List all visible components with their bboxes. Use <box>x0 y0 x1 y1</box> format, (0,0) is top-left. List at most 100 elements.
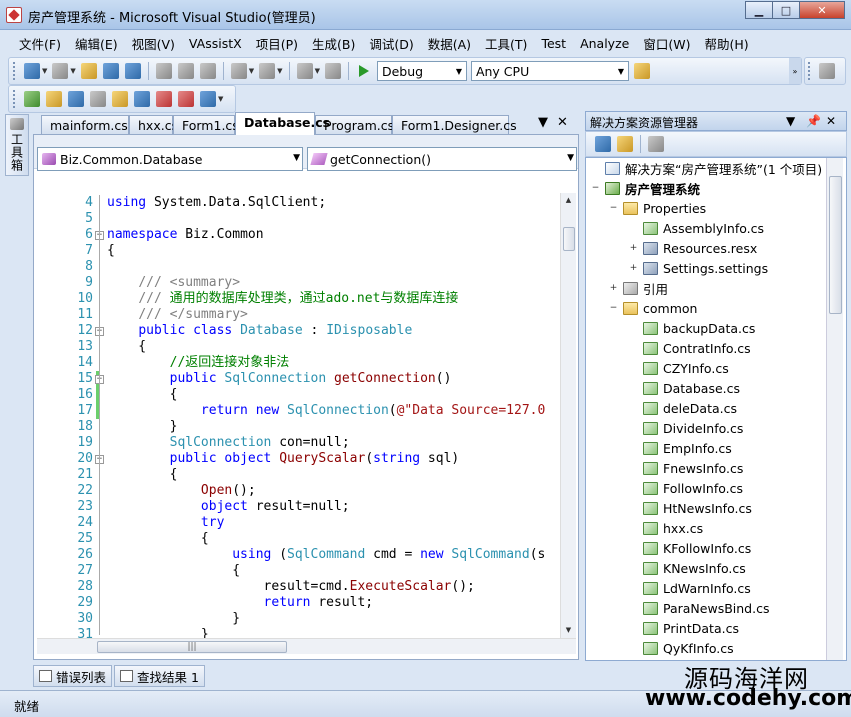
collapse-icon[interactable] <box>628 443 639 454</box>
tree-node[interactable]: ParaNewsBind.cs <box>628 598 769 618</box>
spell-check-icon[interactable] <box>156 91 172 107</box>
code-line[interactable]: 21 { <box>37 467 560 483</box>
tree-node[interactable]: ContratInfo.cs <box>628 338 751 358</box>
binoculars-icon[interactable] <box>90 91 106 107</box>
properties-icon[interactable] <box>595 136 611 152</box>
menu-project[interactable]: 项目(P) <box>249 32 305 55</box>
collapse-icon[interactable] <box>628 623 639 634</box>
collapse-icon[interactable] <box>628 463 639 474</box>
code-line[interactable]: 16 { <box>37 387 560 403</box>
copy-icon[interactable] <box>177 63 194 79</box>
collapse-icon[interactable] <box>628 423 639 434</box>
type-combo[interactable]: Biz.Common.Database ▼ <box>37 147 303 171</box>
show-all-files-icon[interactable] <box>617 136 633 152</box>
maximize-button[interactable]: □ <box>772 1 800 19</box>
navigate-forward-icon[interactable] <box>324 63 341 79</box>
collapse-icon[interactable] <box>628 223 639 234</box>
tab-form1-designer[interactable]: Form1.Designer.cs <box>392 115 517 135</box>
tab-database[interactable]: Database.cs <box>235 112 330 135</box>
collapse-icon[interactable] <box>628 403 639 414</box>
folder-icon[interactable] <box>46 91 62 107</box>
code-line[interactable]: 9 /// <summary> <box>37 275 560 291</box>
code-line[interactable]: 17 return new SqlConnection(@"Data Sourc… <box>37 403 560 419</box>
undo-icon[interactable] <box>230 63 247 79</box>
paste-icon[interactable] <box>199 63 216 79</box>
code-line[interactable]: 20 public object QueryScalar(string sql) <box>37 451 560 467</box>
tab-find-results[interactable]: 查找结果 1 <box>114 665 205 687</box>
find-in-files-icon[interactable] <box>633 63 650 79</box>
window-layout-icon[interactable] <box>819 63 835 79</box>
new-project-icon[interactable] <box>24 63 40 79</box>
editor-vertical-scrollbar[interactable]: ▲ ▼ <box>560 193 576 638</box>
expand-icon[interactable]: + <box>608 283 619 294</box>
expand-icon[interactable]: + <box>628 243 639 254</box>
collapse-icon[interactable]: − <box>608 203 619 214</box>
scrollbar-thumb[interactable]: ||| <box>97 641 287 653</box>
dropdown-arrow-icon[interactable]: ▼ <box>218 95 223 103</box>
code-line[interactable]: 23 object result=null; <box>37 499 560 515</box>
code-line[interactable]: 12 public class Database : IDisposable <box>37 323 560 339</box>
save-all-icon[interactable] <box>124 63 141 79</box>
tree-node[interactable]: DivideInfo.cs <box>628 418 743 438</box>
platform-combo[interactable]: Any CPU ▼ <box>470 61 629 81</box>
code-line[interactable]: 15 public SqlConnection getConnection() <box>37 371 560 387</box>
close-button[interactable]: ✕ <box>799 1 845 19</box>
menu-vassistx[interactable]: VAssistX <box>182 34 249 53</box>
code-line[interactable]: 27 { <box>37 563 560 579</box>
abc-spelling-icon[interactable] <box>178 91 194 107</box>
toolbar-grip[interactable] <box>13 90 17 108</box>
minimize-button[interactable]: ▁ <box>745 1 773 19</box>
tree-node[interactable]: − Properties <box>608 198 706 218</box>
menu-test[interactable]: Test <box>534 34 573 53</box>
tree-node[interactable]: QyKfInfo.cs <box>628 638 734 658</box>
code-line[interactable]: 8 <box>37 259 560 275</box>
add-item-icon[interactable] <box>52 63 69 79</box>
code-editor[interactable]: 4 using System.Data.SqlClient; 5 6 namespace… <box>37 193 560 638</box>
collapse-icon[interactable] <box>628 383 639 394</box>
code-line[interactable]: 14 //返回连接对象非法 <box>37 355 560 371</box>
menu-analyze[interactable]: Analyze <box>573 34 636 53</box>
code-line[interactable]: 29 return result; <box>37 595 560 611</box>
editor-horizontal-scrollbar[interactable]: ||| <box>37 638 576 654</box>
code-line[interactable]: 7{ <box>37 243 560 259</box>
toolbar-grip[interactable] <box>13 62 17 80</box>
cut-icon[interactable] <box>155 63 172 79</box>
scrollbar-thumb[interactable] <box>829 176 842 314</box>
tree-node[interactable]: HtNewsInfo.cs <box>628 498 752 518</box>
dropdown-arrow-icon[interactable]: ▼ <box>70 67 75 75</box>
paste-history-icon[interactable] <box>200 91 216 107</box>
code-line[interactable]: 13 { <box>37 339 560 355</box>
code-line[interactable]: 6 namespace Biz.Common <box>37 227 560 243</box>
menu-window[interactable]: 窗口(W) <box>636 32 697 55</box>
tree-node[interactable]: FnewsInfo.cs <box>628 458 743 478</box>
close-panel-icon[interactable]: ✕ <box>826 114 836 128</box>
toolbar-grip[interactable] <box>808 62 812 80</box>
code-line[interactable]: 19 SqlConnection con=null; <box>37 435 560 451</box>
tree-node[interactable]: KFollowInfo.cs <box>628 538 751 558</box>
start-debugging-icon[interactable] <box>358 65 369 77</box>
goto-icon[interactable] <box>134 91 150 107</box>
tree-node[interactable]: + 引用 <box>608 278 668 298</box>
collapse-icon[interactable] <box>628 483 639 494</box>
code-line[interactable]: 31 } <box>37 627 560 638</box>
collapse-icon[interactable] <box>590 163 601 174</box>
menu-help[interactable]: 帮助(H) <box>697 32 755 55</box>
tab-error-list[interactable]: 错误列表 <box>33 665 113 687</box>
code-line[interactable]: 30 } <box>37 611 560 627</box>
tab-hxx[interactable]: hxx.cs <box>129 115 178 135</box>
tree-node[interactable]: LdWarnInfo.cs <box>628 578 751 598</box>
collapse-icon[interactable] <box>628 523 639 534</box>
save-icon[interactable] <box>102 63 119 79</box>
tree-node[interactable]: CZYInfo.cs <box>628 358 729 378</box>
tab-mainform[interactable]: mainform.cs <box>41 115 129 135</box>
tree-node[interactable]: KNewsInfo.cs <box>628 558 746 578</box>
code-line[interactable]: 26 using (SqlCommand cmd = new SqlComman… <box>37 547 560 563</box>
menu-build[interactable]: 生成(B) <box>305 32 362 55</box>
menu-data[interactable]: 数据(A) <box>421 32 478 55</box>
menu-debug[interactable]: 调试(D) <box>362 32 420 55</box>
collapse-icon[interactable] <box>628 643 639 654</box>
tree-node[interactable]: FollowInfo.cs <box>628 478 743 498</box>
dropdown-arrow-icon[interactable]: ▼ <box>277 67 282 75</box>
tree-node[interactable]: deleData.cs <box>628 398 737 418</box>
collapse-icon[interactable] <box>628 583 639 594</box>
